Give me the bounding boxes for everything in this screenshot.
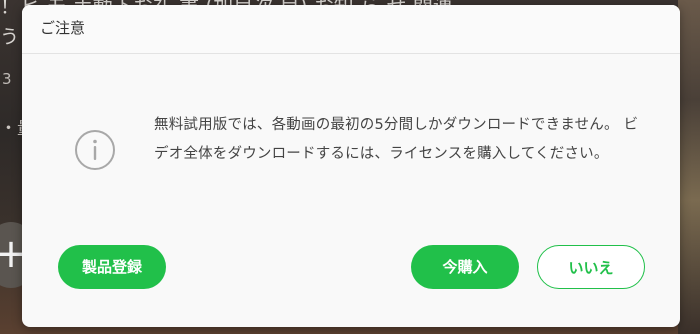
no-button[interactable]: いいえ xyxy=(537,245,645,289)
buy-now-button[interactable]: 今購入 xyxy=(411,245,519,289)
background-text-line: う xyxy=(0,26,20,48)
background-image-strip xyxy=(678,0,700,334)
background-text-line: 3 xyxy=(2,70,12,88)
info-icon xyxy=(74,129,116,171)
dialog-header: ご注意 xyxy=(22,5,680,54)
register-product-button[interactable]: 製品登録 xyxy=(58,245,166,289)
dialog-title: ご注意 xyxy=(40,19,86,37)
notice-dialog: ご注意 無料試用版では、各動画の最初の5分間しかダウンロードできません。 ビデオ… xyxy=(22,5,680,327)
dialog-message: 無料試用版では、各動画の最初の5分間しかダウンロードできません。 ビデオ全体をダ… xyxy=(154,117,639,162)
